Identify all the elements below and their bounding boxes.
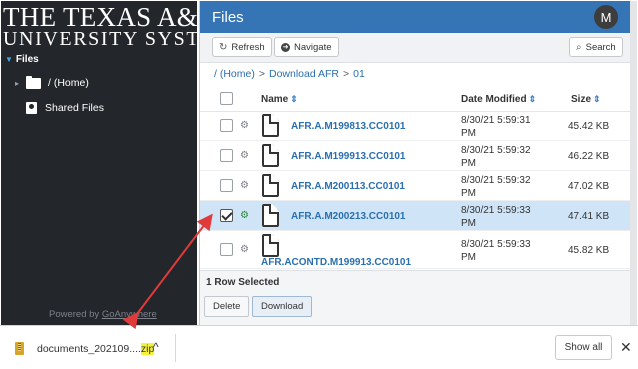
file-icon xyxy=(262,144,279,167)
column-date-label: Date Modified xyxy=(461,94,527,105)
table-row-selected[interactable]: ⚙ AFR.A.M200213.CC0101 8/30/21 5:59:33 P… xyxy=(200,201,631,231)
sidebar-item-shared-files[interactable]: Shared Files xyxy=(15,102,104,114)
chevron-up-icon[interactable]: ^ xyxy=(153,340,159,354)
logo-line-2: UNIVERSITY SYSTEM xyxy=(3,28,197,50)
navigate-icon: ➜ xyxy=(281,42,290,52)
navigate-button[interactable]: ➜ Navigate xyxy=(274,37,339,57)
navigate-label: Navigate xyxy=(294,41,332,53)
breadcrumb-separator: > xyxy=(343,68,350,80)
breadcrumb-home[interactable]: / (Home) xyxy=(214,68,255,80)
folder-icon xyxy=(26,75,41,89)
breadcrumb-separator: > xyxy=(258,68,265,80)
file-size: 47.41 KB xyxy=(568,211,610,222)
search-button[interactable]: ⌕ Search xyxy=(569,37,623,57)
sidebar-item-home[interactable]: ▸ / (Home) xyxy=(15,75,89,89)
download-item[interactable]: documents_202109....zip xyxy=(37,343,155,355)
gear-icon[interactable]: ⚙ xyxy=(240,210,249,221)
logo-line-1: THE TEXAS A&M xyxy=(3,2,197,32)
sidebar: THE TEXAS A&M UNIVERSITY SYSTEM ▼Files ▸… xyxy=(1,1,197,325)
sort-icon: ⇕ xyxy=(593,94,601,104)
delete-button[interactable]: Delete xyxy=(204,296,250,317)
breadcrumb-current[interactable]: 01 xyxy=(353,68,365,80)
row-checkbox[interactable] xyxy=(220,149,233,162)
caret-right-icon[interactable]: ▸ xyxy=(15,79,20,88)
refresh-button[interactable]: ↻ Refresh xyxy=(212,37,272,57)
scrollbar[interactable] xyxy=(630,1,637,325)
breadcrumb-download-afr[interactable]: Download AFR xyxy=(269,68,339,80)
download-file-name: documents_202109.... xyxy=(37,343,141,355)
select-all-checkbox[interactable] xyxy=(220,92,233,105)
file-name-link[interactable]: AFR.A.M200113.CC0101 xyxy=(291,181,405,192)
table-row[interactable]: ⚙ AFR.A.M200113.CC0101 8/30/21 5:59:32 P… xyxy=(200,171,631,201)
file-name-link[interactable]: AFR.ACONTD.M199913.CC0101 xyxy=(261,257,411,268)
file-name-link[interactable]: AFR.A.M200213.CC0101 xyxy=(291,211,406,222)
gear-icon[interactable]: ⚙ xyxy=(240,150,249,161)
divider xyxy=(175,334,176,362)
toolbar: ↻ Refresh ➜ Navigate ⌕ Search xyxy=(200,33,631,63)
powered-by: Powered by GoAnywhere xyxy=(49,309,157,320)
file-date: 8/30/21 5:59:33 PM xyxy=(461,239,531,263)
file-icon xyxy=(262,114,279,137)
sidebar-item-label: Shared Files xyxy=(45,102,104,114)
avatar[interactable]: M xyxy=(594,5,618,29)
sort-icon: ⇕ xyxy=(290,94,298,104)
goanywhere-link[interactable]: GoAnywhere xyxy=(102,309,157,320)
refresh-label: Refresh xyxy=(231,41,265,53)
shared-folder-icon xyxy=(26,102,37,114)
zip-file-icon xyxy=(15,342,24,355)
refresh-icon: ↻ xyxy=(219,41,228,53)
file-name-link[interactable]: AFR.A.M199813.CC0101 xyxy=(291,121,406,132)
column-size-label: Size xyxy=(571,94,592,105)
sidebar-section-label: Files xyxy=(15,54,39,65)
page-title: Files xyxy=(212,9,244,26)
selection-footer: 1 Row Selected Delete Download xyxy=(200,270,631,325)
file-size: 45.82 KB xyxy=(568,245,610,256)
row-checkbox[interactable] xyxy=(220,179,233,192)
row-checkbox-checked[interactable] xyxy=(220,209,233,222)
table-row[interactable]: ⚙ AFR.A.M199813.CC0101 8/30/21 5:59:31 P… xyxy=(200,111,631,141)
download-button[interactable]: Download xyxy=(252,296,313,317)
sidebar-item-label: / (Home) xyxy=(48,77,89,89)
caret-down-icon: ▼ xyxy=(5,55,13,64)
close-icon[interactable]: ✕ xyxy=(620,339,632,356)
show-all-button[interactable]: Show all xyxy=(555,335,612,360)
search-icon: ⌕ xyxy=(576,41,582,53)
search-label: Search xyxy=(585,41,616,53)
gear-icon[interactable]: ⚙ xyxy=(240,120,249,131)
file-date: 8/30/21 5:59:32 PM xyxy=(461,145,531,169)
column-size[interactable]: Size ⇕ xyxy=(571,94,601,105)
column-name-label: Name xyxy=(261,94,289,105)
file-size: 47.02 KB xyxy=(568,181,610,192)
breadcrumb: / (Home) > Download AFR >01 xyxy=(214,68,365,80)
file-name-link[interactable]: AFR.A.M199913.CC0101 xyxy=(291,151,406,162)
gear-icon[interactable]: ⚙ xyxy=(240,180,249,191)
sort-icon: ⇕ xyxy=(528,94,537,104)
header-bar: Files M xyxy=(200,1,631,33)
file-date: 8/30/21 5:59:33 PM xyxy=(461,205,531,229)
gear-icon[interactable]: ⚙ xyxy=(240,244,249,255)
column-date-modified[interactable]: Date Modified ⇕ xyxy=(461,94,536,105)
files-panel: Files M ↻ Refresh ➜ Navigate ⌕ Search / … xyxy=(199,1,631,325)
file-date: 8/30/21 5:59:31 PM xyxy=(461,115,531,139)
file-size: 45.42 KB xyxy=(568,121,610,132)
selection-status: 1 Row Selected xyxy=(206,277,280,288)
table-header: Name ⇕ Date Modified ⇕ Size ⇕ xyxy=(200,86,631,112)
download-bar: documents_202109....zip ^ Show all ✕ xyxy=(0,325,638,369)
file-icon xyxy=(262,234,279,257)
file-icon xyxy=(262,204,279,227)
row-checkbox[interactable] xyxy=(220,119,233,132)
row-checkbox[interactable] xyxy=(220,243,233,256)
file-size: 46.22 KB xyxy=(568,151,610,162)
table-row[interactable]: ⚙ AFR.ACONTD.M199913.CC0101 8/30/21 5:59… xyxy=(200,231,631,269)
table-row[interactable]: ⚙ AFR.A.M199913.CC0101 8/30/21 5:59:32 P… xyxy=(200,141,631,171)
file-icon xyxy=(262,174,279,197)
sidebar-section-files[interactable]: ▼ Files xyxy=(5,54,39,65)
file-date: 8/30/21 5:59:32 PM xyxy=(461,175,531,199)
powered-by-text: Powered by xyxy=(49,309,102,320)
column-name[interactable]: Name ⇕ xyxy=(261,94,298,105)
